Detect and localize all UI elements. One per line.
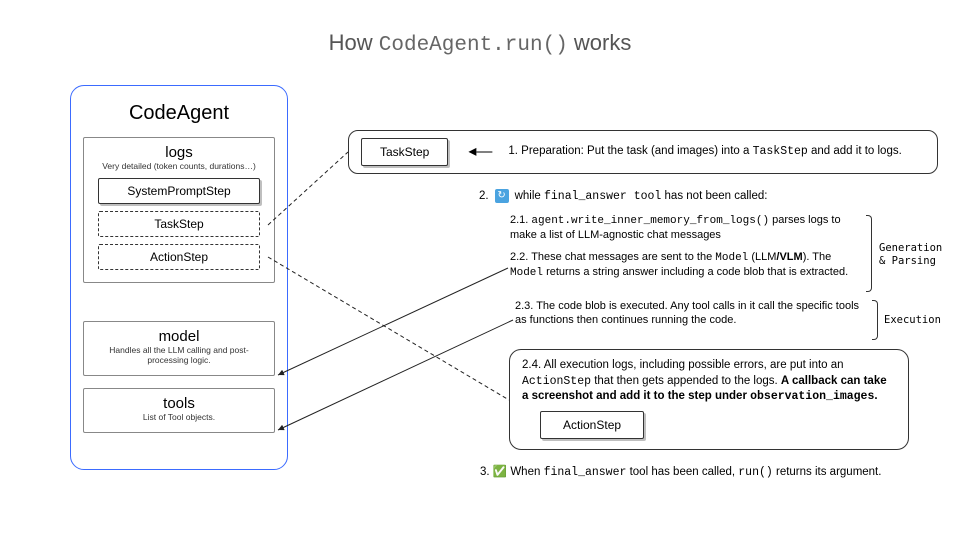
taskstep-chip-right: TaskStep	[361, 138, 448, 166]
s24-code1: ActionStep	[522, 375, 591, 388]
step-2-num: 2.	[479, 190, 489, 202]
model-sub: Handles all the LLM calling and post-pro…	[92, 346, 266, 365]
s22-mid2: ). The	[803, 251, 832, 263]
arrow-left-icon: ◂—	[468, 141, 492, 163]
brace-execution	[872, 300, 878, 340]
label-generation: Generation & Parsing	[879, 242, 942, 267]
step-2-pre: while	[515, 190, 544, 202]
s21-num: 2.1.	[510, 214, 531, 226]
model-label: model	[92, 328, 266, 345]
step-1-text-b: and add it to logs.	[808, 145, 902, 157]
s22-m1: Model	[715, 252, 748, 264]
codeagent-title: CodeAgent	[83, 102, 275, 125]
s3-post: returns its argument.	[773, 466, 882, 478]
brace-generation	[866, 215, 872, 292]
title-suffix: works	[568, 30, 632, 55]
page-title: How CodeAgent.run() works	[0, 30, 960, 57]
tools-section: tools List of Tool objects.	[83, 388, 275, 433]
step-1-code: TaskStep	[753, 145, 808, 158]
logs-section: logs Very detailed (token counts, durati…	[83, 137, 275, 283]
taskstep-chip: TaskStep	[98, 211, 260, 237]
s24-code2: observation_images	[750, 390, 874, 403]
s22-bold: /VLM	[776, 251, 802, 263]
s24-mid: that then gets appended to the logs.	[591, 375, 781, 387]
s21-code: agent.write_inner_memory_from_logs()	[531, 215, 769, 227]
s22-post: returns a string answer including a code…	[543, 266, 848, 278]
label-execution: Execution	[884, 314, 941, 327]
step-1-text: 1. Preparation: Put the task (and images…	[508, 144, 925, 160]
step-2-1: 2.1. agent.write_inner_memory_from_logs(…	[510, 213, 860, 243]
s22-m2: Model	[510, 267, 543, 279]
logs-label: logs	[92, 144, 266, 161]
s3-pre: When	[510, 466, 543, 478]
actionstep-chip: ActionStep	[98, 244, 260, 270]
codeagent-card: CodeAgent logs Very detailed (token coun…	[70, 85, 288, 470]
s22-mid1: (LLM	[748, 251, 776, 263]
model-section: model Handles all the LLM calling and po…	[83, 321, 275, 376]
s22-pre: 2.2. These chat messages are sent to the	[510, 251, 715, 263]
check-icon: ✅	[493, 466, 511, 478]
tools-sub: List of Tool objects.	[92, 413, 266, 422]
s24-bold2: .	[874, 390, 877, 402]
step-2-3: 2.3. The code blob is executed. Any tool…	[515, 299, 865, 328]
step-2-2: 2.2. These chat messages are sent to the…	[510, 250, 860, 281]
step-1-text-a: Preparation: Put the task (and images) i…	[518, 145, 753, 157]
systempromptstep-chip: SystemPromptStep	[98, 178, 260, 204]
logs-sub: Very detailed (token counts, durations…)	[92, 162, 266, 171]
step-3: 3. ✅ When final_answer tool has been cal…	[480, 464, 881, 479]
title-prefix: How	[329, 30, 379, 55]
step-2-mid: tool	[627, 190, 662, 203]
s3-code2: run()	[738, 466, 773, 479]
s3-mid: tool has been called,	[626, 466, 738, 478]
step-1-box: TaskStep ◂— 1. Preparation: Put the task…	[348, 130, 938, 174]
s24-pre: 2.4. All execution logs, including possi…	[522, 359, 844, 371]
s3-num: 3.	[480, 466, 493, 478]
step-2-4-box: 2.4. All execution logs, including possi…	[509, 349, 909, 450]
actionstep-chip-right: ActionStep	[540, 411, 644, 439]
step-2-code: final_answer	[544, 190, 627, 203]
step-2-post: has not been called:	[661, 190, 767, 202]
step-2-header: 2. ↻ while final_answer tool has not bee…	[479, 189, 767, 203]
step-1-num: 1.	[508, 145, 518, 157]
loop-icon: ↻	[495, 189, 509, 203]
tools-label: tools	[92, 395, 266, 412]
s3-code1: final_answer	[544, 466, 627, 479]
title-code: CodeAgent.run()	[379, 34, 568, 57]
